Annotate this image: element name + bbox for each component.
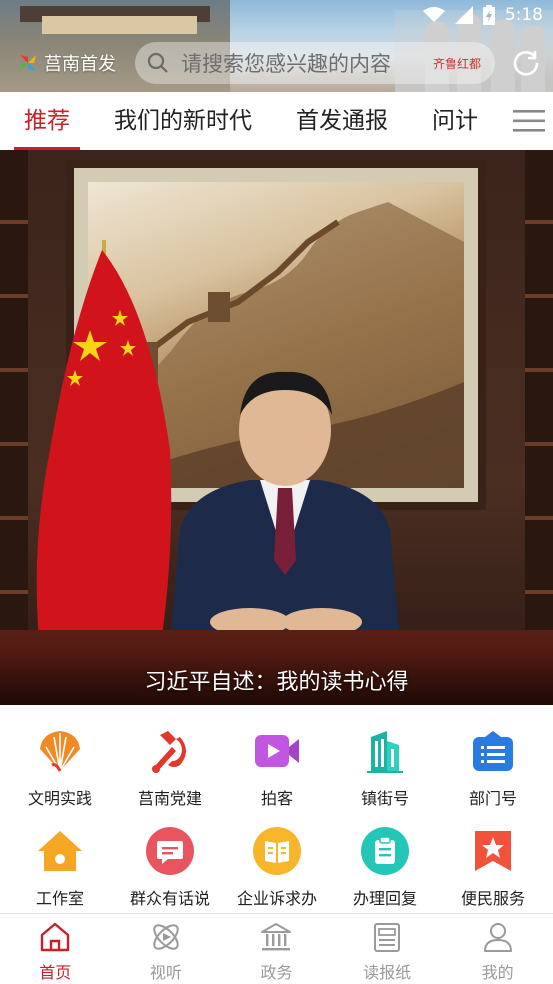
- clipboard-icon: [361, 827, 409, 875]
- service-label: 部门号: [468, 789, 517, 808]
- service-photographer[interactable]: 拍客: [222, 705, 332, 808]
- service-label: 便民服务: [460, 889, 525, 908]
- service-civilization-practice[interactable]: 文明实践: [5, 705, 115, 808]
- house-icon: [38, 831, 82, 871]
- video-camera-icon: [255, 735, 299, 767]
- banner-sign: [42, 16, 197, 34]
- tab-menu-icon[interactable]: [513, 108, 545, 134]
- tab-consult[interactable]: 问计: [432, 92, 478, 150]
- status-time: 5:18: [504, 5, 543, 25]
- search-placeholder: 请搜索您感兴趣的内容: [181, 52, 391, 76]
- battery-icon: [482, 5, 495, 25]
- refresh-icon[interactable]: [511, 48, 541, 78]
- nav-newspaper[interactable]: 读报纸: [332, 914, 443, 984]
- home-icon: [41, 922, 70, 952]
- nav-profile[interactable]: 我的: [442, 914, 553, 984]
- logo-pinwheel-icon: [20, 55, 36, 71]
- nav-government[interactable]: 政务: [221, 914, 332, 984]
- book-icon: [253, 827, 301, 875]
- service-department[interactable]: 部门号: [438, 705, 548, 808]
- service-enterprise-appeal[interactable]: 企业诉求办: [222, 807, 332, 908]
- speaker-image: [170, 371, 400, 640]
- hero-banner[interactable]: 习近平自述：我的读书心得: [0, 150, 553, 705]
- category-tabs: 推荐 我们的新时代 首发通报 问计: [0, 92, 553, 150]
- user-icon: [483, 923, 512, 952]
- bookshelf-right: [525, 150, 553, 705]
- app-logo[interactable]: 莒南首发: [16, 50, 116, 76]
- bookshelf-left: [0, 150, 28, 705]
- government-building-icon: [261, 923, 292, 951]
- service-party-building[interactable]: 莒南党建: [115, 705, 225, 808]
- tab-first-report[interactable]: 首发通报: [296, 92, 388, 150]
- star-bookmark-icon: [475, 831, 511, 871]
- search-bar[interactable]: 请搜索您感兴趣的内容 齐鲁红都: [135, 42, 495, 84]
- header-banner: 5:18 莒南首发 请搜索您感兴趣的内容 齐鲁红都: [0, 0, 553, 92]
- nav-home[interactable]: 首页: [0, 914, 111, 984]
- services-grid: 文明实践 莒南党建 拍客 镇街号 部门号 工作室 群众有话说 企业诉求办 办理回…: [0, 705, 553, 913]
- service-label: 群众有话说: [129, 889, 210, 908]
- tab-recommend[interactable]: 推荐: [14, 92, 80, 150]
- newspaper-icon: [374, 923, 401, 952]
- atom-play-icon: [153, 924, 179, 950]
- service-town-street[interactable]: 镇街号: [330, 705, 440, 808]
- nav-label: 我的: [481, 963, 514, 982]
- service-handling-reply[interactable]: 办理回复: [330, 807, 440, 908]
- tab-new-era[interactable]: 我们的新时代: [114, 92, 252, 150]
- service-studio[interactable]: 工作室: [5, 807, 115, 908]
- service-label: 文明实践: [27, 789, 92, 808]
- building-icon: [367, 731, 403, 773]
- service-label: 办理回复: [352, 889, 417, 908]
- service-public-voice[interactable]: 群众有话说: [115, 807, 225, 908]
- bottom-navigation: 首页 视听 政务 读报纸 我的: [0, 913, 553, 984]
- search-stamp-text: 齐鲁红都: [432, 57, 481, 71]
- nav-label: 视听: [149, 963, 182, 982]
- chat-icon: [146, 827, 194, 875]
- hero-caption: 习近平自述：我的读书心得: [144, 670, 409, 695]
- service-label: 莒南党建: [137, 789, 202, 808]
- search-icon: [147, 52, 168, 73]
- wifi-icon: [422, 7, 445, 22]
- signal-icon: [454, 6, 473, 24]
- service-convenience[interactable]: 便民服务: [438, 807, 548, 908]
- service-label: 工作室: [35, 889, 84, 908]
- service-label: 镇街号: [360, 789, 409, 808]
- fan-icon: [40, 731, 80, 772]
- briefcase-list-icon: [473, 731, 513, 771]
- logo-text: 莒南首发: [44, 54, 116, 75]
- nav-label: 读报纸: [363, 963, 412, 982]
- nav-label: 政务: [260, 963, 293, 982]
- nav-label: 首页: [39, 963, 72, 982]
- nav-media[interactable]: 视听: [111, 914, 222, 984]
- service-label: 拍客: [260, 789, 293, 808]
- china-flag-image: [36, 250, 172, 650]
- party-emblem-icon: [152, 731, 186, 773]
- service-label: 企业诉求办: [236, 889, 317, 908]
- status-bar: 5:18: [422, 0, 543, 30]
